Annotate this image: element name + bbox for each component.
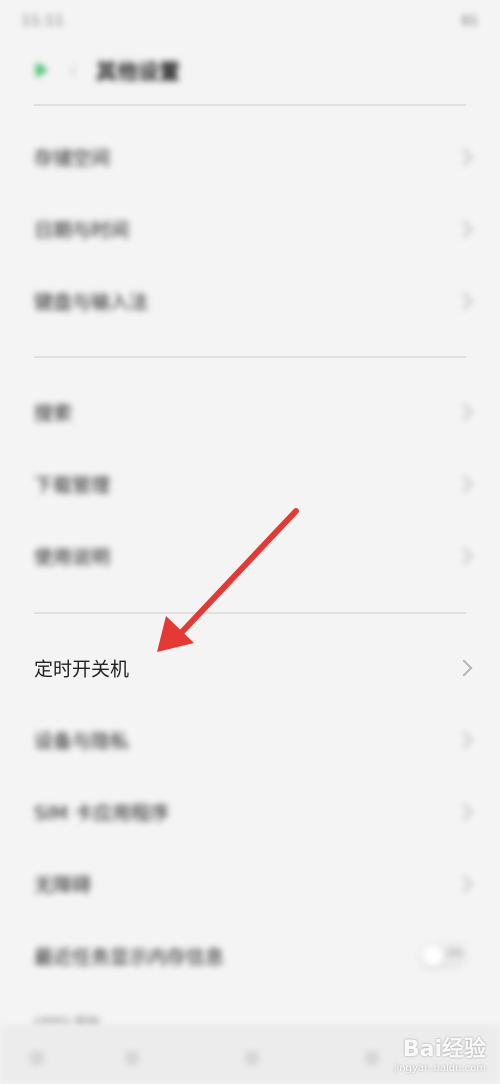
watermark-main: Bai经验 <box>402 1037 486 1062</box>
annotation-arrow-icon <box>157 508 299 652</box>
watermark: Bai经验 jingyan.baidu.com <box>394 1031 486 1074</box>
watermark-sub: jingyan.baidu.com <box>393 1063 486 1074</box>
